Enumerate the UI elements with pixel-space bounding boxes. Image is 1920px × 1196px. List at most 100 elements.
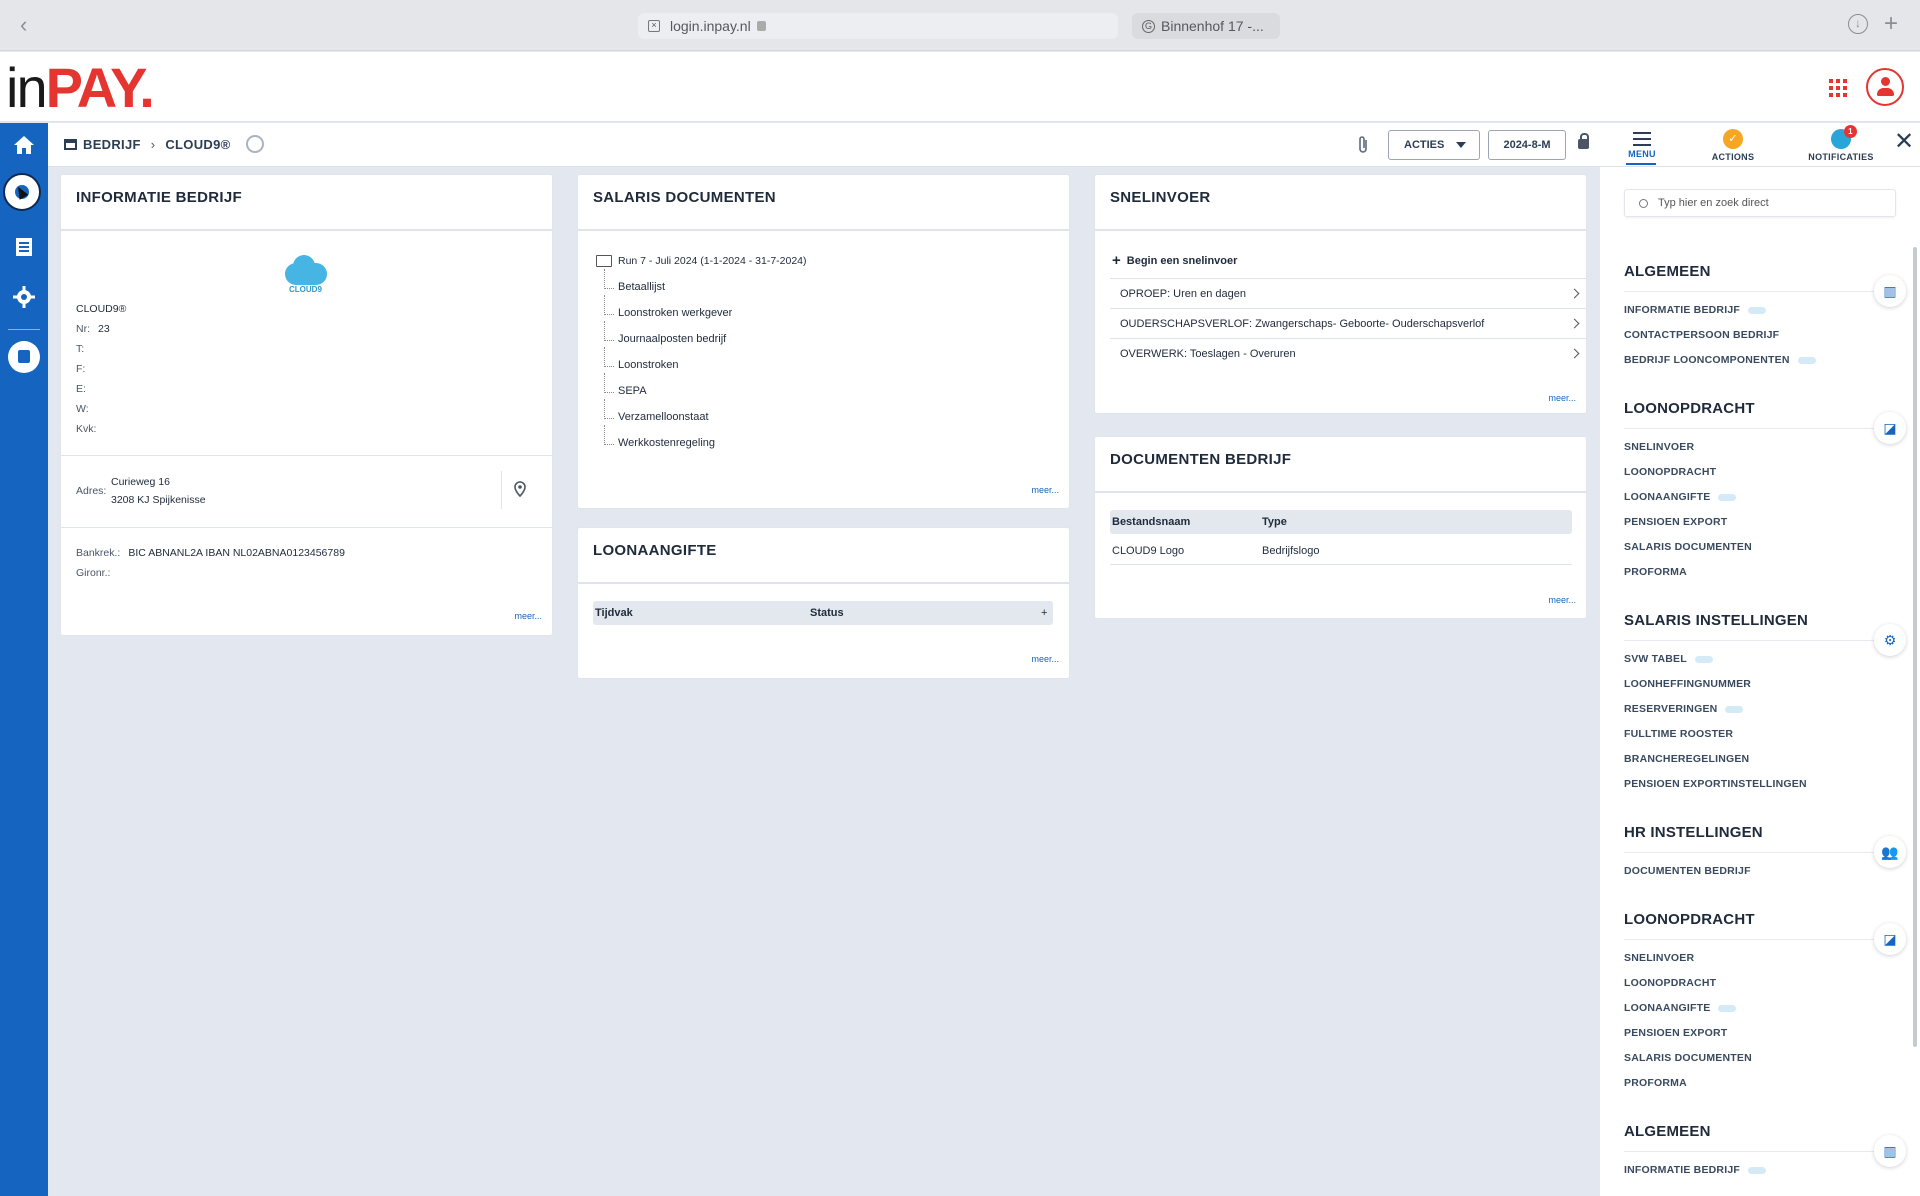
table-header: Bestandsnaam Type: [1110, 510, 1572, 534]
book-icon[interactable]: ▥: [1874, 1135, 1906, 1167]
documents-icon[interactable]: [12, 237, 36, 261]
menu-item[interactable]: LOONHEFFINGNUMMER: [1624, 672, 1904, 697]
menu-item[interactable]: DOCUMENTEN BEDRIJF: [1624, 859, 1904, 884]
card-salaris-documenten: SALARIS DOCUMENTEN Run 7 - Juli 2024 (1-…: [577, 174, 1070, 509]
menu-item[interactable]: SVW TABEL: [1624, 647, 1904, 672]
browser-tab-binnenhof[interactable]: G Binnenhof 17 -...: [1132, 13, 1280, 39]
shop-bag-icon[interactable]: [8, 341, 40, 373]
tab-actions[interactable]: ✓ ACTIONS: [1710, 129, 1756, 162]
menu-item[interactable]: PROFORMA: [1624, 1071, 1904, 1096]
divider: [501, 471, 502, 509]
menu-section: SALARIS INSTELLINGEN ⚙ SVW TABEL LOONHEFFIN…: [1624, 612, 1906, 797]
document-link[interactable]: Werkkostenregeling: [603, 425, 715, 449]
menu-item[interactable]: LOONOPDRACHT: [1624, 460, 1904, 485]
document-link[interactable]: Betaallijst: [603, 269, 665, 293]
back-arrow-icon[interactable]: ‹: [20, 12, 27, 38]
field-w: W:: [76, 403, 89, 415]
chart-icon[interactable]: ◪: [1874, 412, 1906, 444]
inpay-logo[interactable]: inPAY.: [6, 58, 155, 118]
menu-item[interactable]: PROFORMA: [1624, 560, 1904, 585]
settings-gear-icon[interactable]: [12, 286, 36, 310]
menu-item[interactable]: CONTACTPERSOON BEDRIJF: [1624, 323, 1904, 348]
begin-snelinvoer-button[interactable]: + Begin een snelinvoer: [1112, 253, 1237, 268]
breadcrumb-bedrijf[interactable]: BEDRIJF: [83, 137, 141, 152]
meer-link[interactable]: meer...: [1031, 654, 1059, 664]
divider: [61, 527, 552, 528]
acties-dropdown[interactable]: ACTIES: [1388, 130, 1480, 160]
more-dots-icon[interactable]: [1718, 493, 1737, 501]
menu-item[interactable]: LOONAANGIFTE: [1624, 485, 1904, 510]
menu-item[interactable]: PENSIOEN EXPORT: [1624, 1021, 1904, 1046]
url-text: login.inpay.nl: [670, 18, 751, 34]
menu-section: ALGEMEEN ▥ INFORMATIE BEDRIJF: [1624, 1123, 1906, 1183]
gear-icon[interactable]: ⚙: [1874, 624, 1906, 656]
menu-item[interactable]: SNELINVOER: [1624, 435, 1904, 460]
more-dots-icon[interactable]: [1797, 356, 1816, 364]
map-pin-icon[interactable]: [514, 481, 526, 502]
notification-icon: 1: [1831, 125, 1857, 149]
menu-item[interactable]: LOONAANGIFTE: [1624, 996, 1904, 1021]
menu-item[interactable]: SNELINVOER: [1624, 946, 1904, 971]
document-link[interactable]: Verzamelloonstaat: [604, 399, 709, 423]
run-folder[interactable]: Run 7 - Juli 2024 (1-1-2024 - 31-7-2024): [596, 255, 807, 267]
add-icon[interactable]: +: [1041, 607, 1047, 619]
tab-menu[interactable]: MENU: [1626, 129, 1658, 165]
more-dots-icon[interactable]: [1694, 655, 1713, 663]
breadcrumb-company[interactable]: CLOUD9®: [165, 137, 230, 152]
snelinvoer-row[interactable]: OUDERSCHAPSVERLOF: Zwangerschaps- Geboor…: [1110, 308, 1586, 338]
meer-link[interactable]: meer...: [1548, 393, 1576, 403]
section-divider: [1624, 640, 1882, 641]
close-panel-icon[interactable]: ✕: [1894, 130, 1914, 154]
user-avatar-icon[interactable]: [1866, 68, 1904, 106]
search-icon: [1639, 198, 1648, 208]
document-link[interactable]: Journaalposten bedrijf: [603, 321, 726, 345]
menu-item[interactable]: BEDRIJF LOONCOMPONENTEN: [1624, 348, 1904, 373]
menu-item[interactable]: BRANCHEREGELINGEN: [1624, 747, 1904, 772]
table-row[interactable]: CLOUD9 Logo Bedrijfslogo: [1110, 537, 1572, 565]
section-divider: [1624, 1151, 1882, 1152]
menu-item[interactable]: FULLTIME ROOSTER: [1624, 722, 1904, 747]
menu-item[interactable]: INFORMATIE BEDRIJF: [1624, 1158, 1904, 1183]
location-off-icon[interactable]: [246, 135, 264, 153]
snelinvoer-row[interactable]: OPROEP: Uren en dagen: [1110, 278, 1586, 308]
people-icon[interactable]: 👥: [1874, 836, 1906, 868]
tab-notificaties[interactable]: 1 NOTIFICATIES: [1806, 125, 1876, 162]
menu-item[interactable]: SALARIS DOCUMENTEN: [1624, 1046, 1904, 1071]
more-dots-icon[interactable]: [1748, 1166, 1766, 1174]
lock-icon[interactable]: [1578, 133, 1589, 149]
field-f: F:: [76, 363, 86, 375]
more-dots-icon[interactable]: [1718, 1004, 1737, 1012]
field-e: E:: [76, 383, 86, 395]
menu-item[interactable]: SALARIS DOCUMENTEN: [1624, 535, 1904, 560]
menu-item[interactable]: PENSIOEN EXPORT: [1624, 510, 1904, 535]
divider: [61, 455, 552, 456]
download-icon[interactable]: ↓: [1848, 14, 1868, 34]
meer-link[interactable]: meer...: [514, 611, 542, 621]
new-tab-icon[interactable]: +: [1884, 10, 1898, 38]
book-icon[interactable]: ▥: [1874, 275, 1906, 307]
menu-item[interactable]: RESERVERINGEN: [1624, 697, 1904, 722]
paperclip-icon[interactable]: [1356, 135, 1370, 160]
apps-grid-icon[interactable]: [1829, 79, 1847, 97]
menu-item[interactable]: PENSIOEN EXPORTINSTELLINGEN: [1624, 772, 1904, 797]
more-dots-icon[interactable]: [1725, 705, 1744, 713]
home-icon[interactable]: [12, 135, 36, 159]
meer-link[interactable]: meer...: [1548, 595, 1576, 605]
meer-link[interactable]: meer...: [1031, 485, 1059, 495]
chart-icon[interactable]: ◪: [1874, 923, 1906, 955]
menu-search-input[interactable]: Typ hier en zoek direct: [1624, 189, 1896, 217]
field-nr: Nr: 23: [76, 323, 110, 335]
address-bar[interactable]: × login.inpay.nl: [638, 13, 1118, 39]
menu-item[interactable]: LOONOPDRACHT: [1624, 971, 1904, 996]
col-status: Status: [810, 607, 844, 619]
menu-item[interactable]: INFORMATIE BEDRIJF: [1624, 298, 1904, 323]
document-link[interactable]: SEPA: [604, 373, 647, 397]
section-divider: [1624, 939, 1882, 940]
document-link[interactable]: Loonstroken werkgever: [603, 295, 732, 319]
period-button[interactable]: 2024-8-M: [1488, 130, 1566, 160]
panel-scrollbar[interactable]: [1913, 247, 1917, 1047]
document-link[interactable]: Loonstroken: [604, 347, 679, 371]
site-favicon-icon: ×: [648, 20, 660, 32]
more-dots-icon[interactable]: [1748, 306, 1766, 314]
snelinvoer-row[interactable]: OVERWERK: Toeslagen - Overuren: [1110, 338, 1586, 368]
